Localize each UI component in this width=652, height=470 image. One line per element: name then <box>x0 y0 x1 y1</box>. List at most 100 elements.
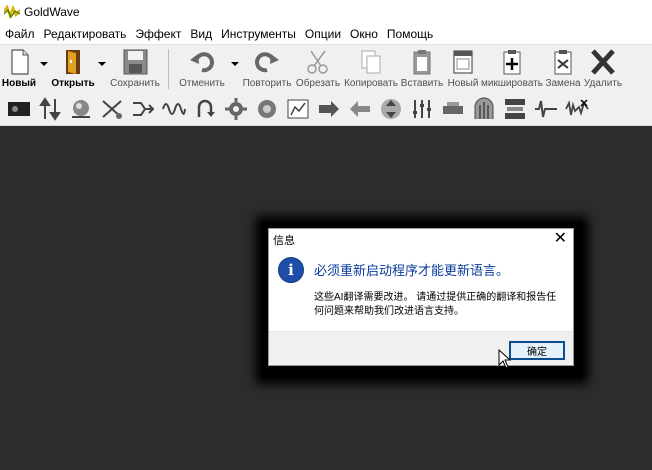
ok-button[interactable]: 确定 <box>509 341 565 360</box>
menu-window[interactable]: Окно <box>347 27 384 41</box>
chart-button[interactable] <box>285 96 311 122</box>
compressor-icon <box>443 101 463 114</box>
dialog-footer: 确定 <box>269 331 573 365</box>
arrows-vertical-icon <box>381 98 401 119</box>
delete-x-icon <box>591 49 615 75</box>
save-disk-icon <box>123 49 148 75</box>
replace-label: Замена <box>545 78 581 89</box>
sphere-icon <box>72 99 90 118</box>
arrows-vertical-button[interactable] <box>378 96 404 122</box>
scissors-icon <box>307 50 328 74</box>
mix-button[interactable]: микшировать <box>481 45 543 93</box>
delete-label: Удалить <box>583 78 623 89</box>
paste-label: Вставить <box>400 78 444 89</box>
resize-vertical-button[interactable] <box>37 96 63 122</box>
gate-button[interactable] <box>471 96 497 122</box>
paste-new-window-icon <box>453 50 473 74</box>
paste-new-label: Новый <box>447 78 479 89</box>
dialog-title: 信息 <box>273 235 295 247</box>
menu-help[interactable]: Помощь <box>384 27 439 41</box>
view-button[interactable] <box>6 96 32 122</box>
spike-icon <box>565 98 589 116</box>
goldwave-logo-icon <box>4 5 20 19</box>
menu-effect[interactable]: Эффект <box>132 27 187 41</box>
new-file-icon <box>11 49 29 75</box>
replace-button[interactable]: Замена <box>543 45 583 93</box>
info-icon: i <box>278 257 304 283</box>
mouse-cursor-icon <box>498 349 512 369</box>
save-button[interactable]: Сохранить <box>108 45 162 93</box>
filter-icon <box>505 98 525 119</box>
title-bar: GoldWave <box>0 0 652 24</box>
paste-clipboard-icon <box>413 50 431 75</box>
merge-button[interactable] <box>130 96 156 122</box>
cross-channel-icon <box>102 99 122 119</box>
copy-button[interactable]: Копировать <box>343 45 399 93</box>
new-button[interactable]: Новый <box>0 45 38 93</box>
equalizer-icon <box>413 99 431 118</box>
menu-file[interactable]: Файл <box>2 27 41 41</box>
gate-icon <box>474 97 494 119</box>
new-label: Новый <box>1 78 37 89</box>
resize-vertical-icon <box>39 96 61 121</box>
redo-button[interactable]: Повторить <box>241 45 293 93</box>
gear-button[interactable] <box>223 96 249 122</box>
wave-icon <box>162 102 186 115</box>
open-button[interactable]: Открыть <box>50 45 96 93</box>
compressor-button[interactable] <box>440 96 466 122</box>
menu-edit[interactable]: Редактировать <box>41 27 133 41</box>
undo-label: Отменить <box>179 78 225 89</box>
spike-button[interactable] <box>564 96 590 122</box>
redo-icon <box>255 52 279 73</box>
toolbar-separator <box>168 49 169 89</box>
copy-icon <box>361 50 381 74</box>
arrows-right-icon <box>319 100 339 117</box>
redo-label: Повторить <box>242 78 292 89</box>
dialog-heading: 必须重新启动程序才能更新语言。 <box>314 263 510 278</box>
undo-button[interactable]: Отменить <box>175 45 229 93</box>
equalizer-button[interactable] <box>409 96 435 122</box>
open-dropdown-arrow[interactable] <box>96 45 108 93</box>
gear-icon <box>225 97 247 120</box>
filter-button[interactable] <box>502 96 528 122</box>
info-dialog: 信息 ✕ i 必须重新启动程序才能更新语言。 这些AI翻译需要改进。 请通过提供… <box>268 228 574 366</box>
mix-label: микшировать <box>481 78 543 89</box>
main-toolbar: Новый Открыть Сохранить Отменить Повтори… <box>0 44 652 92</box>
dialog-close-button[interactable]: ✕ <box>554 230 567 248</box>
u-turn-button[interactable] <box>192 96 218 122</box>
undo-dropdown-arrow[interactable] <box>229 45 241 93</box>
paste-new-button[interactable]: Новый <box>445 45 481 93</box>
menu-view[interactable]: Вид <box>187 27 218 41</box>
save-label: Сохранить <box>110 78 160 89</box>
menu-tools[interactable]: Инструменты <box>218 27 302 41</box>
open-label: Открыть <box>51 78 95 89</box>
sphere-button[interactable] <box>68 96 94 122</box>
arrows-right-button[interactable] <box>316 96 342 122</box>
cut-button[interactable]: Обрезать <box>293 45 343 93</box>
replace-icon <box>554 50 572 75</box>
dialog-message: 这些AI翻译需要改进。 请通过提供正确的翻译和报告任何问题来帮助我们改进语言支持… <box>314 292 557 317</box>
menu-options[interactable]: Опции <box>302 27 347 41</box>
noise-button[interactable] <box>533 96 559 122</box>
undo-icon <box>190 52 214 73</box>
open-door-icon <box>66 50 80 74</box>
noise-icon <box>535 100 557 117</box>
window-title: GoldWave <box>24 5 80 19</box>
arrow-left-button[interactable] <box>347 96 373 122</box>
cross-channel-button[interactable] <box>99 96 125 122</box>
u-turn-icon <box>197 99 215 117</box>
effects-toolbar <box>0 92 652 126</box>
copy-label: Копировать <box>344 78 398 89</box>
delete-button[interactable]: Удалить <box>583 45 623 93</box>
wave-button[interactable] <box>161 96 187 122</box>
merge-icon <box>133 101 155 116</box>
menu-bar: Файл Редактировать Эффект Вид Инструмент… <box>0 24 652 44</box>
new-dropdown-arrow[interactable] <box>38 45 50 93</box>
paste-button[interactable]: Вставить <box>399 45 445 93</box>
cut-label: Обрезать <box>295 78 341 89</box>
mix-plus-icon <box>503 50 521 75</box>
chart-icon <box>287 99 309 118</box>
swirl-button[interactable] <box>254 96 280 122</box>
swirl-icon <box>258 99 276 118</box>
view-icon <box>8 101 30 116</box>
